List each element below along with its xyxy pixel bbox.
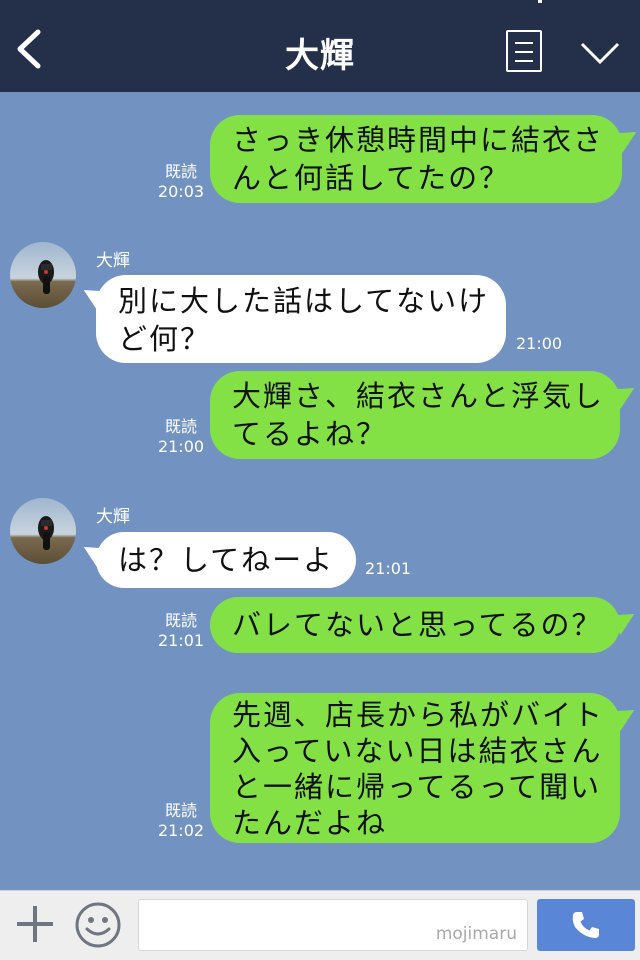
message-text-line: ど何？ bbox=[118, 322, 212, 356]
call-button[interactable] bbox=[537, 899, 635, 951]
sender-name: 大輝 bbox=[96, 251, 130, 271]
message-list[interactable]: 既読 20:03 さっき休憩時間中に結衣さ んと何話してたの？ 大輝 別に大した… bbox=[0, 92, 640, 890]
message-text-line: と一緒に帰ってるって聞い bbox=[232, 770, 602, 804]
menu-icon[interactable] bbox=[506, 30, 542, 72]
message-time: 21:00 bbox=[516, 334, 563, 353]
plus-icon[interactable] bbox=[14, 903, 56, 945]
message-meta: 既読 21:01 bbox=[156, 611, 206, 651]
outgoing-message-bubble[interactable]: さっき休憩時間中に結衣さ んと何話してたの？ bbox=[210, 115, 622, 203]
read-receipt: 既読 bbox=[164, 801, 197, 820]
message-time: 21:01 bbox=[157, 631, 205, 650]
message-time: 21:01 bbox=[365, 559, 412, 578]
avatar[interactable] bbox=[10, 242, 76, 308]
sender-name: 大輝 bbox=[96, 507, 130, 527]
chevron-down-icon[interactable] bbox=[580, 40, 620, 66]
message-text-line: さっき休憩時間中に結衣さ bbox=[232, 123, 605, 157]
message-time: 21:00 bbox=[157, 437, 205, 456]
read-receipt: 既読 bbox=[164, 417, 197, 436]
chat-header: 大輝 bbox=[0, 0, 640, 92]
outgoing-message-bubble[interactable]: バレてないと思ってるの？ bbox=[210, 597, 620, 653]
message-text-line: 大輝さ、結衣さんと浮気し bbox=[232, 379, 605, 413]
message-text-line: 入っていない日は結衣さん bbox=[232, 734, 603, 768]
input-placeholder: mojimaru bbox=[435, 924, 517, 944]
message-composer: mojimaru bbox=[0, 890, 640, 960]
message-time: 20:03 bbox=[157, 182, 205, 201]
message-text: は？してねーよ bbox=[118, 543, 335, 577]
status-marker bbox=[538, 0, 542, 3]
message-text-line: たんだよね bbox=[232, 806, 388, 840]
message-text: バレてないと思ってるの？ bbox=[232, 608, 603, 642]
outgoing-message-bubble[interactable]: 大輝さ、結衣さんと浮気し てるよね？ bbox=[210, 371, 620, 459]
message-input[interactable]: mojimaru bbox=[138, 899, 528, 951]
message-text-line: 別に大した話はしてないけ bbox=[118, 284, 490, 318]
message-meta: 既読 20:03 bbox=[156, 162, 206, 202]
phone-icon bbox=[572, 912, 599, 938]
chat-title: 大輝 bbox=[285, 36, 355, 76]
avatar[interactable] bbox=[10, 498, 76, 564]
message-meta: 既読 21:00 bbox=[156, 417, 206, 457]
message-text-line: 先週、店長から私がバイト bbox=[232, 698, 605, 732]
read-receipt: 既読 bbox=[164, 611, 197, 630]
read-receipt: 既読 bbox=[164, 162, 197, 181]
message-time: 21:02 bbox=[157, 821, 205, 840]
incoming-message-bubble[interactable]: は？してねーよ bbox=[96, 532, 356, 588]
message-meta: 既読 21:02 bbox=[156, 801, 206, 841]
message-text-line: てるよね？ bbox=[232, 417, 388, 451]
outgoing-message-bubble[interactable]: 先週、店長から私がバイト 入っていない日は結衣さん と一緒に帰ってるって聞い た… bbox=[210, 693, 620, 843]
incoming-message-bubble[interactable]: 別に大した話はしてないけ ど何？ bbox=[96, 275, 506, 363]
emoji-icon[interactable] bbox=[74, 901, 122, 949]
message-text-line: んと何話してたの？ bbox=[232, 161, 511, 195]
